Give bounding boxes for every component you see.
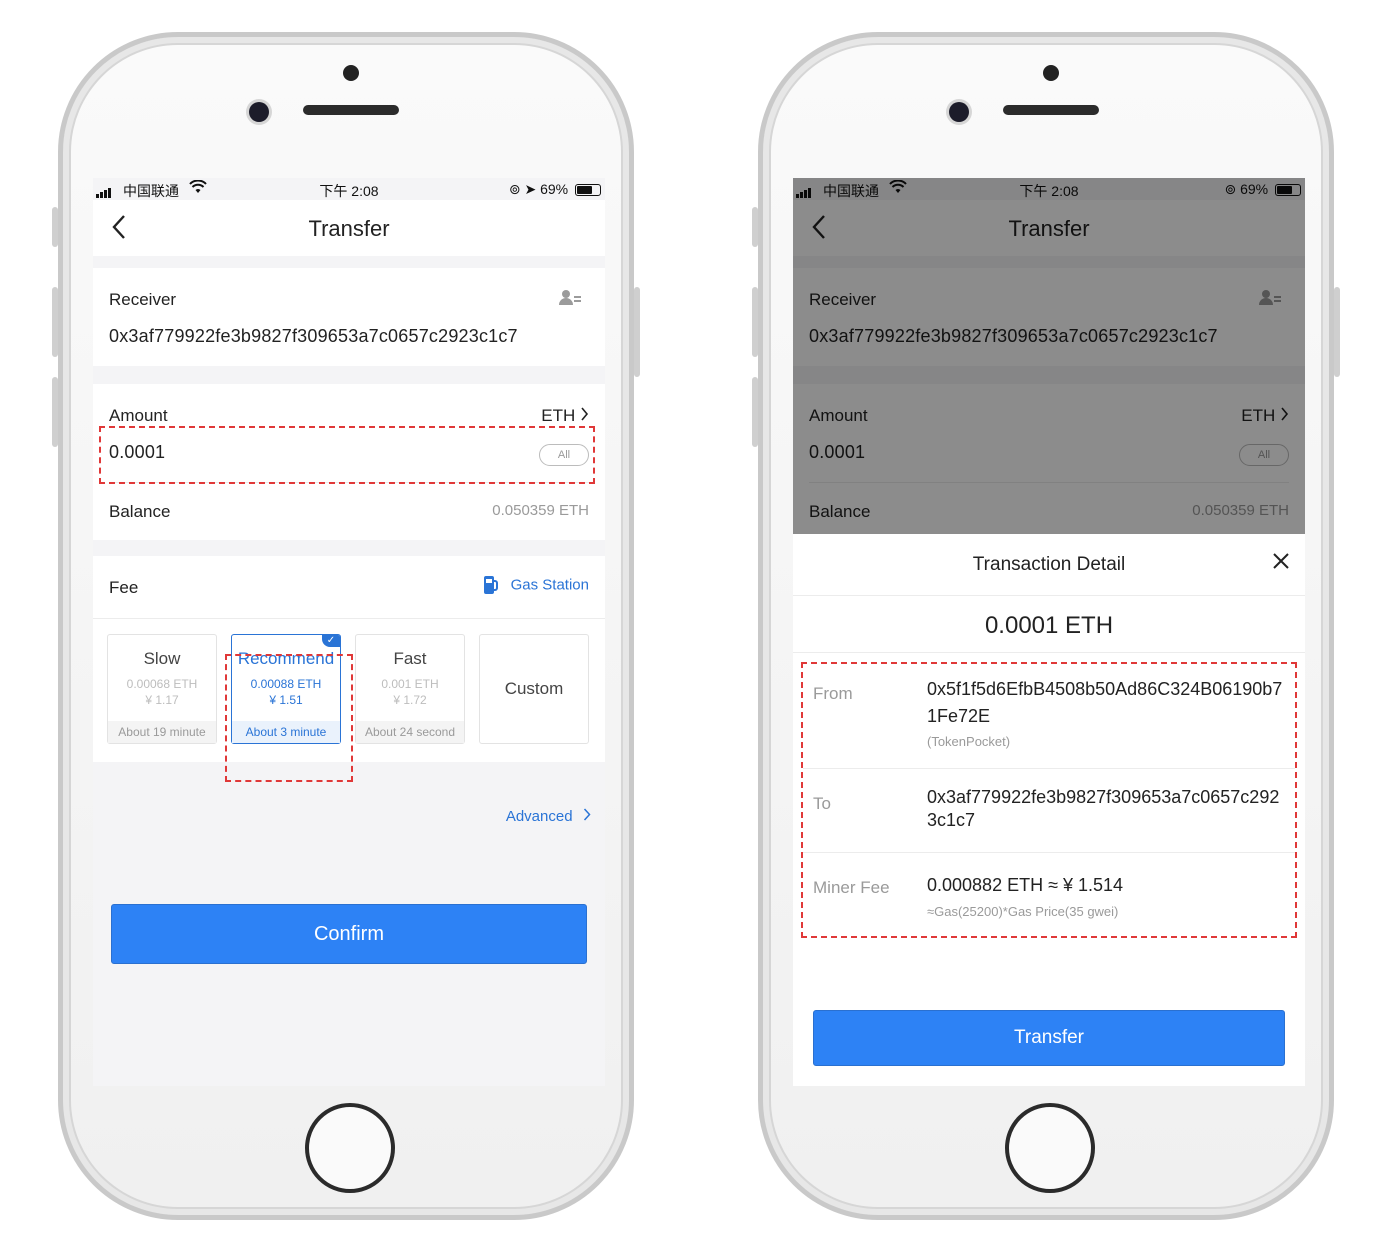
gas-station-label: Gas Station: [510, 576, 589, 594]
advanced-label: Advanced: [505, 808, 573, 825]
rotation-lock-icon: ⊚: [508, 181, 521, 197]
contact-book-icon[interactable]: [559, 290, 581, 306]
divider: [793, 652, 1305, 653]
mute-switch: [752, 207, 758, 247]
detail-highlight-box: [801, 662, 1297, 938]
speed-time: About 19 minute: [108, 721, 216, 743]
phone-frame-left: 中国联通 下午 2:08 ⊚ ➤ 69% Transfer Receiver 0…: [52, 32, 640, 1220]
divider: [93, 618, 605, 619]
chevron-right-icon: [583, 808, 591, 825]
receiver-card: Receiver 0x3af779922fe3b9827f309653a7c06…: [93, 268, 605, 366]
earpiece-speaker: [303, 105, 399, 115]
balance-label: Balance: [109, 502, 171, 521]
amount-highlight-box: [99, 426, 595, 484]
advanced-link[interactable]: Advanced: [506, 808, 591, 826]
speed-option-slow[interactable]: Slow 0.00068 ETH ¥ 1.17 About 19 minute: [107, 634, 217, 744]
battery-percent: 69%: [540, 181, 569, 197]
close-icon[interactable]: [1271, 548, 1291, 576]
battery-icon: [575, 184, 601, 197]
speed-cny: ¥ 1.17: [145, 693, 179, 707]
front-camera: [949, 102, 969, 122]
transaction-detail-sheet: Transaction Detail 0.0001 ETH From 0x5f1…: [793, 534, 1305, 1086]
gas-pump-icon: [484, 576, 499, 594]
sheet-header: Transaction Detail: [793, 534, 1305, 596]
recommend-highlight-box: [225, 654, 353, 782]
transfer-button[interactable]: Transfer: [813, 1010, 1285, 1066]
power-button: [634, 287, 640, 377]
front-camera: [249, 102, 269, 122]
nav-bar: Transfer: [93, 200, 605, 256]
amount-label: Amount: [109, 406, 168, 425]
balance-value: 0.050359 ETH: [492, 502, 589, 519]
check-icon: ✓: [322, 635, 340, 647]
speed-name: Custom: [504, 679, 564, 698]
token-selector[interactable]: ETH: [541, 406, 589, 426]
speed-option-fast[interactable]: Fast 0.001 ETH ¥ 1.72 About 24 second: [355, 634, 465, 744]
fee-label: Fee: [109, 578, 139, 597]
speed-name: Fast: [393, 649, 427, 668]
proximity-sensor: [1043, 65, 1059, 81]
mute-switch: [52, 207, 58, 247]
home-button[interactable]: [1005, 1103, 1095, 1193]
status-bar: 中国联通 下午 2:08 ⊚ ➤ 69%: [93, 178, 605, 200]
earpiece-speaker: [1003, 105, 1099, 115]
speed-cny: ¥ 1.72: [393, 693, 427, 707]
chevron-right-icon: [580, 406, 589, 425]
speed-name: Slow: [143, 649, 181, 668]
location-arrow-icon: ➤: [524, 181, 537, 197]
sheet-title: Transaction Detail: [972, 554, 1126, 575]
speed-eth: 0.00068 ETH: [126, 677, 198, 691]
screen-transaction-detail: 中国联通 下午 2:08 ⊚ 69% Transfer Receiver 0x3…: [793, 178, 1305, 1086]
modal-backdrop[interactable]: [793, 178, 1305, 534]
receiver-label: Receiver: [109, 290, 177, 309]
gas-station-link[interactable]: Gas Station: [484, 576, 589, 596]
speed-option-custom[interactable]: Custom: [479, 634, 589, 744]
page-title: Transfer: [308, 216, 390, 241]
home-button[interactable]: [305, 1103, 395, 1193]
volume-up-button: [52, 287, 58, 357]
screen-transfer-form: 中国联通 下午 2:08 ⊚ ➤ 69% Transfer Receiver 0…: [93, 178, 605, 1086]
speed-time: About 24 second: [356, 721, 464, 743]
volume-down-button: [52, 377, 58, 447]
power-button: [1334, 287, 1340, 377]
phone-frame-right: 中国联通 下午 2:08 ⊚ 69% Transfer Receiver 0x3…: [752, 32, 1340, 1220]
volume-up-button: [752, 287, 758, 357]
receiver-address-input[interactable]: 0x3af779922fe3b9827f309653a7c0657c2923c1…: [109, 326, 518, 347]
volume-down-button: [752, 377, 758, 447]
confirm-button[interactable]: Confirm: [111, 904, 587, 964]
speed-eth: 0.001 ETH: [381, 677, 439, 691]
proximity-sensor: [343, 65, 359, 81]
token-symbol: ETH: [541, 406, 576, 425]
transfer-amount: 0.0001 ETH: [984, 612, 1114, 639]
